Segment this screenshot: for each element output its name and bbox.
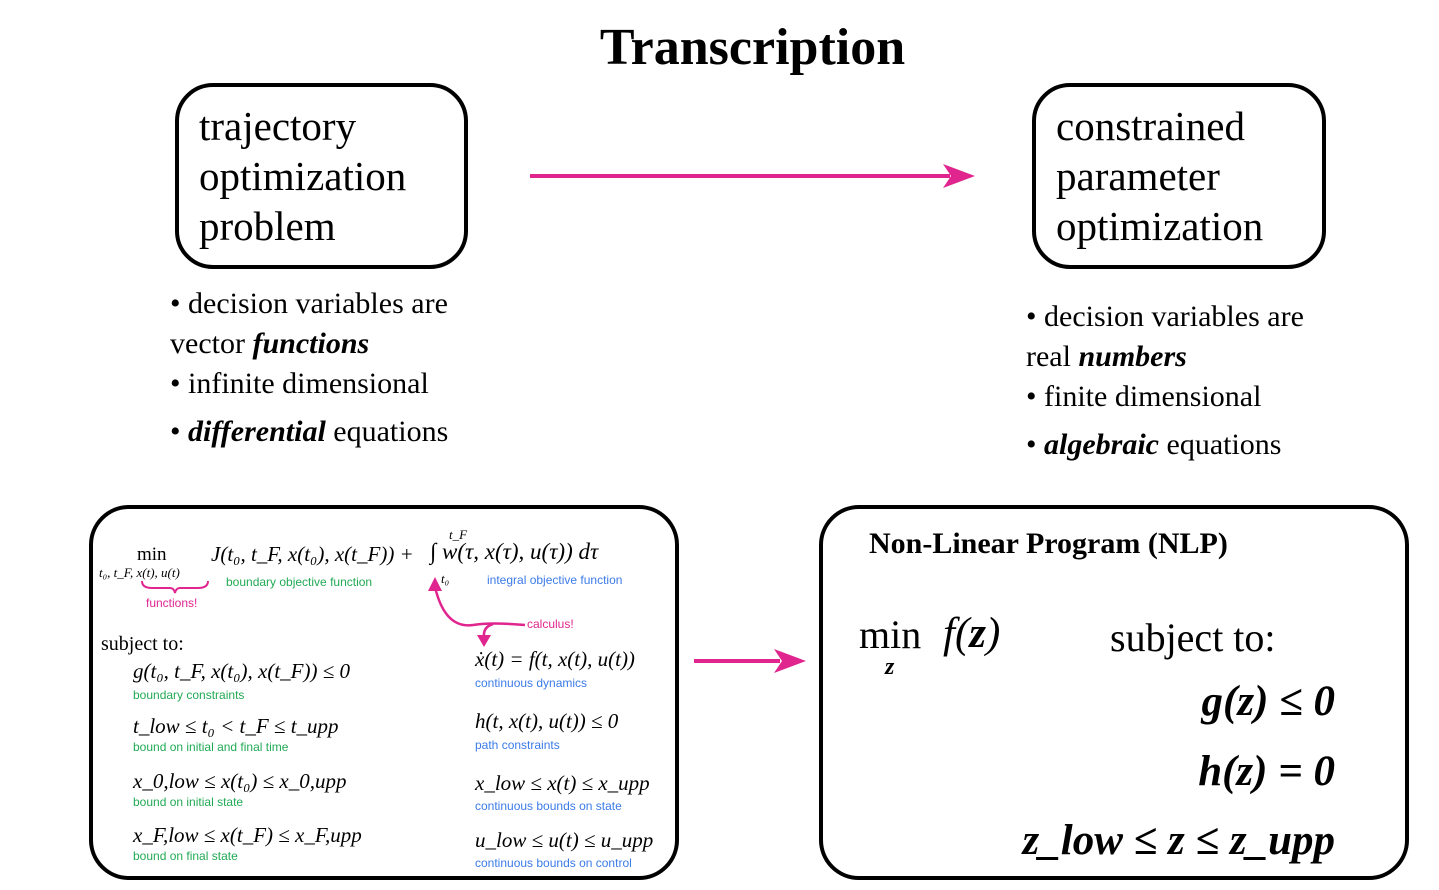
functions-brace bbox=[141, 580, 209, 594]
parameter-optimization-box: constrained parameter optimization bbox=[1032, 83, 1326, 269]
boundary-objective-expr: J(t₀, t_F, x(t₀), x(t_F)) + bbox=[211, 542, 414, 566]
bullet-dot: • bbox=[1026, 428, 1045, 461]
initial-state-bound-note: bound on initial state bbox=[133, 795, 244, 809]
bullet-text: real bbox=[1026, 340, 1079, 373]
integral-objective-expr: ∫ w(τ, x(τ), u(τ)) dτ bbox=[430, 539, 599, 564]
bullet-text: • finite dimensional bbox=[1026, 380, 1262, 413]
box-line: trajectory bbox=[199, 103, 357, 149]
diagram-title: Transcription bbox=[599, 19, 906, 76]
final-state-bound-note: bound on final state bbox=[133, 849, 238, 863]
box-line: optimization bbox=[1056, 203, 1264, 249]
bullet-text: • decision variables are bbox=[1026, 300, 1304, 333]
nlp-box: Non-Linear Program (NLP) min z f(z) subj… bbox=[819, 505, 1409, 880]
parameter-properties-list: • decision variables are real numbers • … bbox=[1026, 297, 1304, 465]
box-line: optimization bbox=[199, 153, 407, 199]
time-bound-note: bound on initial and final time bbox=[133, 740, 289, 754]
bullet-text: • infinite dimensional bbox=[170, 367, 429, 400]
final-state-bound-expr: x_F,low ≤ x(t_F) ≤ x_F,upp bbox=[133, 823, 362, 847]
trajectory-problem-box: min t₀, t_F, x(t), u(t) functions! J(t₀,… bbox=[89, 505, 679, 880]
bullet-text: vector bbox=[170, 327, 253, 360]
nlp-subject-to: subject to: bbox=[1110, 615, 1276, 660]
nlp-bound-constraint: z_low ≤ z ≤ z_upp bbox=[1022, 817, 1335, 864]
box-line: problem bbox=[199, 203, 336, 249]
nlp-min-subscript: z bbox=[885, 654, 895, 680]
calculus-arrows bbox=[428, 577, 526, 647]
bullet-equations: • differential equations bbox=[170, 412, 448, 452]
trajectory-box-label: trajectory optimization problem bbox=[199, 101, 406, 251]
bullet-dot: • bbox=[170, 415, 189, 448]
bullet-text: • decision variables are bbox=[170, 287, 448, 320]
discretization-arrow bbox=[694, 649, 806, 673]
nlp-min-operator: min bbox=[859, 612, 922, 657]
transcription-arrow bbox=[530, 164, 975, 188]
boundary-constraint-expr: g(t₀, t_F, x(t₀), x(t_F)) ≤ 0 bbox=[133, 659, 351, 683]
bullet-emphasis: functions bbox=[252, 327, 370, 360]
box-line: constrained bbox=[1056, 103, 1245, 149]
boundary-constraint-note: boundary constraints bbox=[133, 688, 245, 702]
bullet-emphasis: differential bbox=[188, 415, 326, 448]
control-bound-expr: u_low ≤ u(t) ≤ u_upp bbox=[475, 828, 654, 852]
subject-to-label: subject to: bbox=[101, 633, 184, 655]
box-line: parameter bbox=[1056, 153, 1220, 199]
state-bound-note: continuous bounds on state bbox=[475, 799, 622, 813]
bullet-dimension: • finite dimensional bbox=[1026, 377, 1304, 417]
path-constraint-expr: h(t, x(t), u(t)) ≤ 0 bbox=[475, 709, 619, 733]
bullet-decision-variables: • decision variables are bbox=[170, 284, 448, 324]
bullet-emphasis: algebraic bbox=[1044, 428, 1159, 461]
initial-state-bound-expr: x_0,low ≤ x(t₀) ≤ x_0,upp bbox=[133, 769, 347, 793]
parameter-box-label: constrained parameter optimization bbox=[1056, 101, 1263, 251]
time-bound-expr: t_low ≤ t₀ < t_F ≤ t_upp bbox=[133, 714, 339, 738]
bullet-text: equations bbox=[325, 415, 449, 448]
nlp-equality-constraint: h(z) = 0 bbox=[1198, 748, 1335, 795]
bullet-text: equations bbox=[1159, 428, 1282, 461]
nlp-objective: f(z) bbox=[943, 610, 1001, 657]
dynamics-note: continuous dynamics bbox=[475, 676, 588, 690]
dynamics-expr: ẋ(t) = f(t, x(t), u(t)) bbox=[475, 647, 635, 671]
calculus-note: calculus! bbox=[527, 617, 574, 631]
nlp-title: Non-Linear Program (NLP) bbox=[869, 527, 1228, 560]
bullet-dimension: • infinite dimensional bbox=[170, 364, 448, 404]
path-constraint-note: path constraints bbox=[475, 738, 560, 752]
bullet-decision-variables: • decision variables are bbox=[1026, 297, 1304, 337]
bullet-emphasis: numbers bbox=[1078, 340, 1187, 373]
bullet-decision-variables-cont: real numbers bbox=[1026, 337, 1304, 377]
nlp-inequality-constraint: g(z) ≤ 0 bbox=[1201, 678, 1335, 725]
bullet-decision-variables-cont: vector functions bbox=[170, 324, 448, 364]
bullet-equations: • algebraic equations bbox=[1026, 425, 1304, 465]
state-bound-expr: x_low ≤ x(t) ≤ x_upp bbox=[475, 771, 650, 795]
functions-note: functions! bbox=[146, 596, 198, 610]
trajectory-properties-list: • decision variables are vector function… bbox=[170, 284, 448, 452]
trajectory-optimization-box: trajectory optimization problem bbox=[175, 83, 468, 269]
min-operator: min bbox=[137, 544, 167, 565]
control-bound-note: continuous bounds on control bbox=[475, 856, 632, 870]
boundary-objective-note: boundary objective function bbox=[226, 575, 373, 589]
